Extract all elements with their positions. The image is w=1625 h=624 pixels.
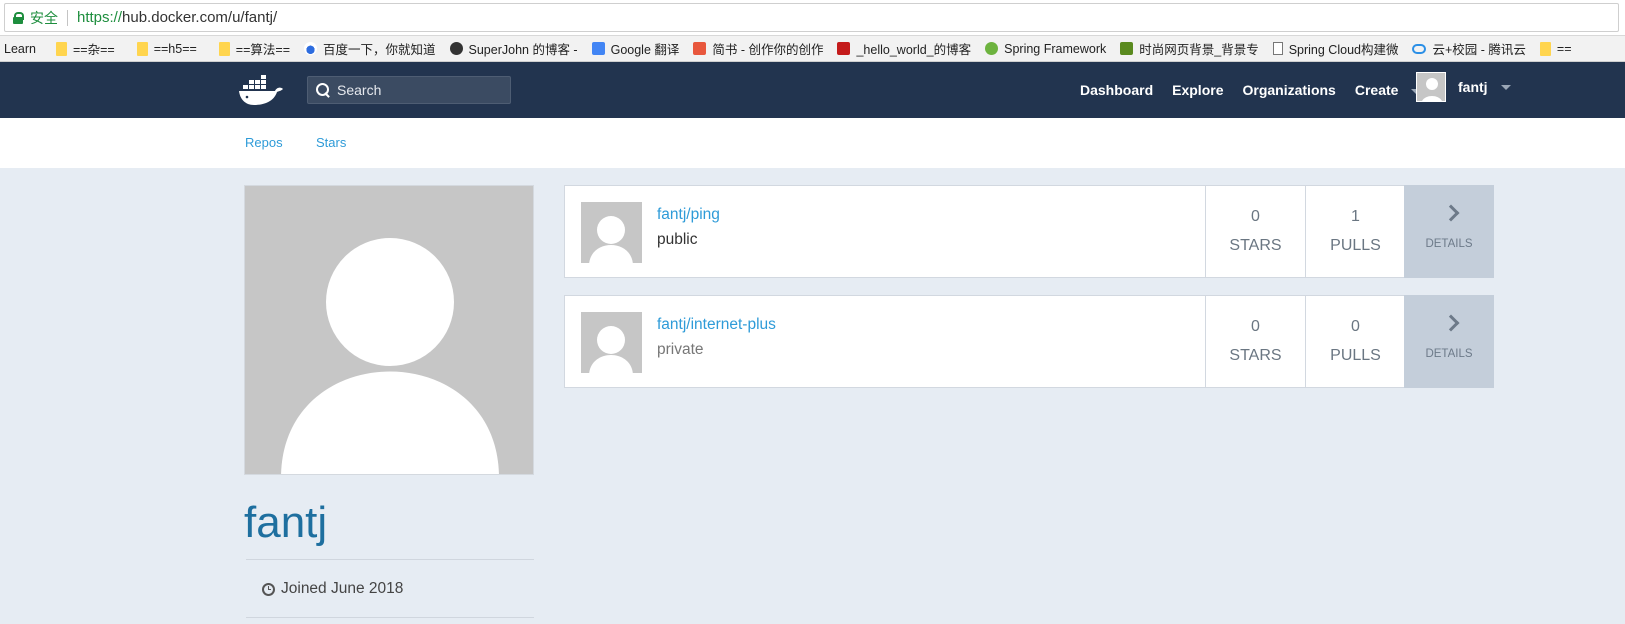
bookmarks-bar: Learn ==杂== ==h5== ==算法== 百度一下，你就知道 Supe… [0,36,1625,62]
bookmark-spring[interactable]: Spring Framework [985,42,1106,56]
cloud-icon [1412,43,1427,54]
repo-visibility: public [657,231,698,248]
bookmark-baidu[interactable]: 百度一下，你就知道 [304,39,436,58]
default-avatar-icon [1422,78,1442,101]
chevron-right-icon [1442,204,1460,222]
main-nav: Dashboard Explore Organizations Create [1080,62,1422,118]
docker-logo-icon[interactable] [237,72,285,108]
search-box[interactable] [307,76,511,104]
chevron-right-icon [1442,314,1460,332]
bookmark-learn[interactable]: Learn [4,42,36,56]
repo-details-button[interactable]: DETAILS [1404,185,1494,278]
repo-name-link[interactable]: fantj/internet-plus [657,316,776,334]
default-avatar-icon [281,238,499,474]
github-icon [449,42,463,55]
spring-icon [985,42,999,55]
bookmark-folder-more[interactable]: == [1539,41,1572,56]
lock-icon [13,11,24,24]
nav-explore[interactable]: Explore [1172,82,1223,98]
nav-username: fantj [1458,79,1488,95]
nav-dashboard[interactable]: Dashboard [1080,82,1153,98]
chevron-down-icon [1500,84,1511,90]
repo-visibility: private [657,341,704,358]
nav-create[interactable]: Create [1355,82,1422,98]
document-icon [1272,42,1283,55]
bookmark-google-translate[interactable]: Google 翻译 [591,39,679,58]
repo-stars: 0 STARS [1205,296,1305,387]
folder-icon [218,41,230,56]
bookmark-tencent-cloud[interactable]: 云+校园 - 腾讯云 [1412,39,1526,58]
avatar [1416,72,1446,102]
tab-stars[interactable]: Stars [316,135,346,150]
default-avatar-icon [589,326,633,373]
bookmark-csdn[interactable]: _hello_world_的博客 [837,39,971,58]
profile-subnav: Repos Stars [0,118,1625,168]
browser-address-bar: 安全 https:// hub.docker.com/u/fantj/ [0,0,1625,36]
bookmark-folder-misc[interactable]: ==杂== [55,39,115,58]
repo-pulls: 0 PULLS [1305,296,1405,387]
nav-organizations[interactable]: Organizations [1242,82,1335,98]
secure-label: 安全 [30,9,58,26]
repo-details-button[interactable]: DETAILS [1404,295,1494,388]
baidu-icon [304,42,317,55]
folder-icon [136,41,148,56]
user-menu[interactable]: fantj [1416,72,1511,102]
bookmark-folder-algo[interactable]: ==算法== [218,39,290,58]
repo-card: fantj/ping public 0 STARS 1 PULLS DETAIL… [564,185,1494,278]
lan-icon [1120,42,1134,55]
search-icon [316,82,331,98]
divider [246,559,534,560]
repo-card: fantj/internet-plus private 0 STARS 0 PU… [564,295,1494,388]
google-translate-icon [591,42,605,55]
folder-icon [1539,41,1551,56]
repo-stars: 0 STARS [1205,186,1305,277]
default-avatar-icon [589,216,633,263]
repo-pulls: 1 PULLS [1305,186,1405,277]
address-separator [67,9,68,26]
url-field[interactable]: 安全 https:// hub.docker.com/u/fantj/ [4,3,1619,32]
top-navbar: Dashboard Explore Organizations Create f… [0,62,1625,118]
profile-avatar [244,185,534,475]
folder-icon [55,41,67,56]
bookmark-spring-cloud[interactable]: Spring Cloud构建微 [1272,39,1398,58]
bookmark-superjohn[interactable]: SuperJohn 的博客 - [449,39,578,58]
joined-date: Joined June 2018 [262,580,403,598]
url-scheme: https:// [77,9,123,26]
bookmark-jianshu[interactable]: 简书 - 创作你的创作 [693,39,823,58]
tab-repos[interactable]: Repos [245,135,283,150]
search-input[interactable] [337,82,507,98]
jianshu-icon [693,42,707,55]
repo-name-link[interactable]: fantj/ping [657,206,720,224]
repo-avatar [581,202,642,263]
url-text: hub.docker.com/u/fantj/ [122,9,278,26]
bookmark-backgrounds[interactable]: 时尚网页背景_背景专 [1120,39,1259,58]
repo-avatar [581,312,642,373]
divider [246,617,534,618]
csdn-icon [837,42,851,55]
bookmark-folder-h5[interactable]: ==h5== [136,41,197,56]
profile-username: fantj [244,498,328,547]
clock-icon [262,582,275,596]
